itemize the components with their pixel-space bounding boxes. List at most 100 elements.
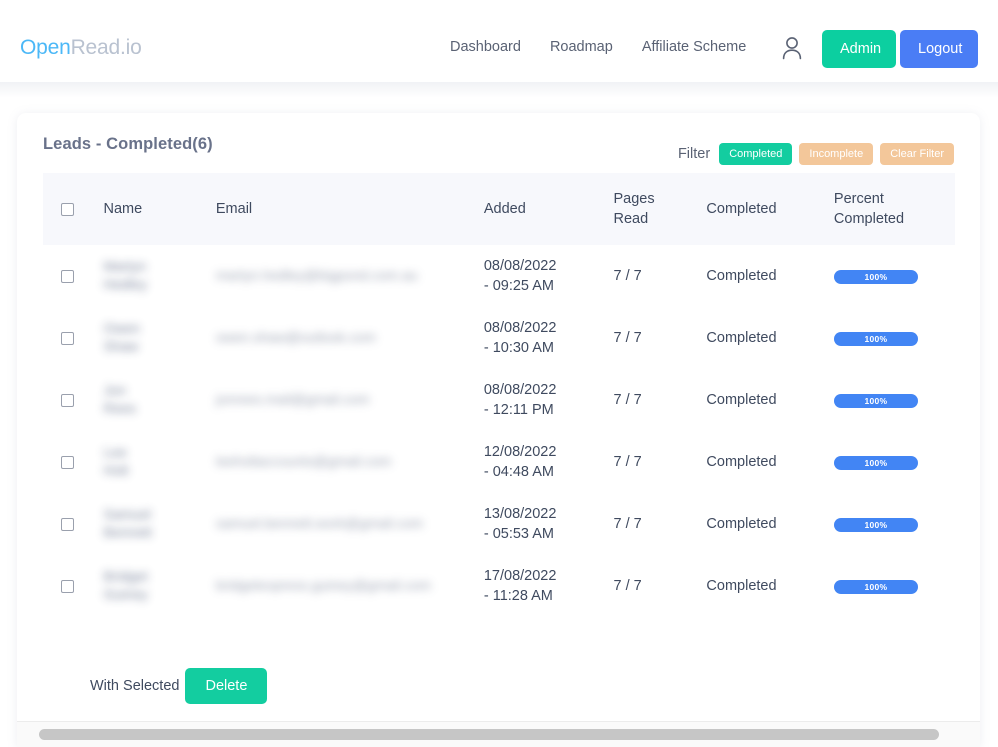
column-header-pages-read-line1: Pages xyxy=(613,191,655,207)
column-header-percent-completed[interactable]: Percent Completed xyxy=(834,173,955,245)
horizontal-scrollbar-track[interactable] xyxy=(17,721,980,747)
logout-button[interactable]: Logout xyxy=(900,30,978,68)
cell-email: bridgetexpress.guiney@gmail.com xyxy=(216,555,484,617)
cell-email: martyn.hedley@bigpond.com.au xyxy=(216,245,484,307)
row-checkbox[interactable] xyxy=(61,269,74,283)
email-redacted: leeholtaccounts@gmail.com xyxy=(215,453,392,469)
column-header-added[interactable]: Added xyxy=(484,173,614,245)
cell-name: Bridget Guiney xyxy=(104,555,216,617)
cell-added: 17/08/2022 - 11:28 AM xyxy=(484,555,614,617)
cell-added: 08/08/2022 - 09:25 AM xyxy=(484,245,614,307)
column-header-percent-line2: Completed xyxy=(833,211,905,227)
bulk-actions: With Selected Delete xyxy=(90,668,268,704)
top-navigation-bar: OpenRead.io Dashboard Roadmap Affiliate … xyxy=(0,0,998,82)
table-body: Martyn Hedley martyn.hedley@bigpond.com.a… xyxy=(43,245,955,617)
cell-percent: 100% xyxy=(833,369,955,431)
row-checkbox[interactable] xyxy=(61,455,74,469)
cell-email: owen.shaw@outlook.com xyxy=(216,307,484,369)
column-header-name[interactable]: Name xyxy=(104,173,216,245)
cell-percent: 100% xyxy=(833,245,955,307)
added-time: - 10:30 AM xyxy=(483,340,554,356)
row-checkbox[interactable] xyxy=(61,517,74,531)
filter-button-incomplete[interactable]: Incomplete xyxy=(799,143,874,165)
brand-logo-part1: Open xyxy=(20,36,71,59)
column-header-pages-read-line2: Read xyxy=(613,211,649,227)
table-row[interactable]: Jon Rees jonrees.mail@gmail.com 08/08/202… xyxy=(43,369,955,431)
brand-logo[interactable]: OpenRead.io xyxy=(20,36,142,60)
column-header-email[interactable]: Email xyxy=(216,173,484,245)
cell-email: leeholtaccounts@gmail.com xyxy=(216,431,484,493)
cell-added: 08/08/2022 - 12:11 PM xyxy=(484,369,614,431)
name-redacted: Lee Holt xyxy=(103,444,129,478)
filter-button-clear[interactable]: Clear Filter xyxy=(880,143,954,165)
percent-badge: 100% xyxy=(833,580,918,594)
row-select-cell xyxy=(43,493,104,555)
table-row[interactable]: Samuel Bennett samuel.bennett.work@gmail.… xyxy=(43,493,955,555)
leads-table: Name Email Added Pages Read Completed Pe… xyxy=(43,173,955,617)
cell-pages-read: 7 / 7 xyxy=(613,392,642,408)
column-header-pages-read[interactable]: Pages Read xyxy=(614,173,707,245)
cell-name: Lee Holt xyxy=(104,431,216,493)
cell-email: samuel.bennett.work@gmail.com xyxy=(216,493,484,555)
nav-links: Dashboard Roadmap Affiliate Scheme xyxy=(450,39,746,55)
horizontal-scrollbar-thumb[interactable] xyxy=(39,729,939,740)
added-date: 13/08/2022 xyxy=(483,506,557,522)
email-redacted: samuel.bennett.work@gmail.com xyxy=(215,515,424,531)
row-select-cell xyxy=(43,369,104,431)
nav-shadow xyxy=(0,82,998,98)
added-date: 08/08/2022 xyxy=(483,320,557,336)
cell-completed: Completed xyxy=(706,454,777,470)
added-time: - 05:53 AM xyxy=(483,526,554,542)
row-select-cell xyxy=(43,245,104,307)
table-header-row: Name Email Added Pages Read Completed Pe… xyxy=(43,173,955,245)
delete-button[interactable]: Delete xyxy=(185,668,268,704)
cell-added: 13/08/2022 - 05:53 AM xyxy=(484,493,614,555)
cell-pages-read: 7 / 7 xyxy=(613,516,642,532)
cell-completed: Completed xyxy=(706,268,777,284)
select-all-checkbox[interactable] xyxy=(61,202,74,216)
added-time: - 12:11 PM xyxy=(483,402,554,418)
admin-button[interactable]: Admin xyxy=(822,30,896,68)
percent-badge: 100% xyxy=(833,270,918,284)
cell-percent: 100% xyxy=(833,431,955,493)
row-checkbox[interactable] xyxy=(61,393,74,407)
percent-badge: 100% xyxy=(833,394,918,408)
row-select-cell xyxy=(43,307,104,369)
nav-link-roadmap[interactable]: Roadmap xyxy=(550,39,613,55)
row-checkbox[interactable] xyxy=(61,331,74,345)
email-redacted: jonrees.mail@gmail.com xyxy=(215,391,370,407)
email-redacted: owen.shaw@outlook.com xyxy=(215,329,376,345)
table-row[interactable]: Owen Shaw owen.shaw@outlook.com 08/08/202… xyxy=(43,307,955,369)
cell-completed: Completed xyxy=(706,516,777,532)
cell-completed: Completed xyxy=(706,330,777,346)
cell-completed: Completed xyxy=(706,392,777,408)
cell-name: Jon Rees xyxy=(104,369,216,431)
cell-percent: 100% xyxy=(833,555,955,617)
nav-link-dashboard[interactable]: Dashboard xyxy=(450,39,521,55)
table-row[interactable]: Lee Holt leeholtaccounts@gmail.com 12/08/… xyxy=(43,431,955,493)
table-row[interactable]: Bridget Guiney bridgetexpress.guiney@gmai… xyxy=(43,555,955,617)
cell-name: Samuel Bennett xyxy=(104,493,216,555)
column-header-completed[interactable]: Completed xyxy=(706,173,834,245)
filter-controls: Filter Completed Incomplete Clear Filter xyxy=(678,143,954,165)
filter-label: Filter xyxy=(677,146,711,162)
cell-completed: Completed xyxy=(706,578,777,594)
filter-button-completed[interactable]: Completed xyxy=(719,143,793,165)
percent-badge: 100% xyxy=(833,332,918,346)
page-title: Leads - Completed(6) xyxy=(43,135,213,153)
cell-name: Owen Shaw xyxy=(104,307,216,369)
added-time: - 09:25 AM xyxy=(483,278,554,294)
row-select-cell xyxy=(43,431,104,493)
select-all-header xyxy=(43,173,104,245)
cell-added: 12/08/2022 - 04:48 AM xyxy=(484,431,614,493)
row-checkbox[interactable] xyxy=(61,579,74,593)
row-select-cell xyxy=(43,555,104,617)
percent-badge: 100% xyxy=(833,518,918,532)
table-row[interactable]: Martyn Hedley martyn.hedley@bigpond.com.a… xyxy=(43,245,955,307)
nav-link-affiliate-scheme[interactable]: Affiliate Scheme xyxy=(642,39,747,55)
added-time: - 04:48 AM xyxy=(483,464,554,480)
brand-logo-part2: Read.io xyxy=(70,36,142,59)
name-redacted: Owen Shaw xyxy=(103,320,141,354)
person-icon[interactable] xyxy=(781,35,803,61)
cell-pages-read: 7 / 7 xyxy=(613,454,642,470)
